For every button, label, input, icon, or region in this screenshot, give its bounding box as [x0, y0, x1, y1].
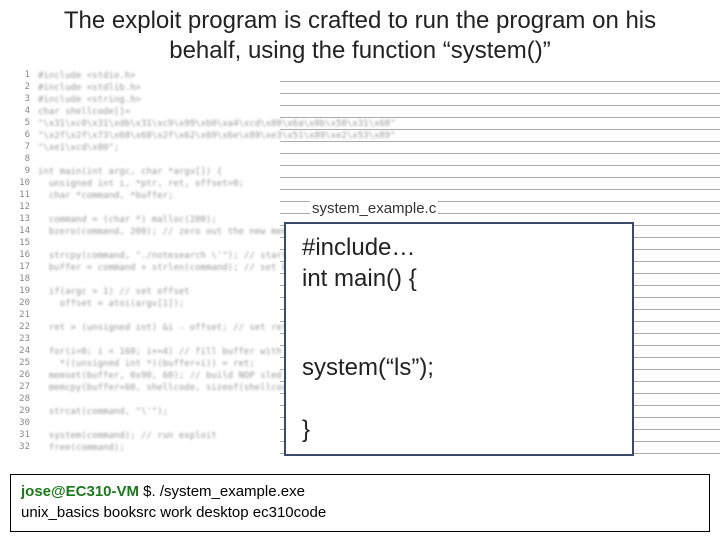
terminal-user: jose@EC310-VM: [21, 483, 139, 500]
line-number: 4: [0, 106, 34, 118]
line-number: 10: [0, 178, 34, 190]
terminal-box: jose@EC310-VM $. /system_example.exe uni…: [10, 474, 710, 532]
line-number: 7: [0, 142, 34, 154]
slide: The exploit program is crafted to run th…: [0, 0, 720, 540]
line-number: 31: [0, 430, 34, 442]
code-blank-2: [302, 384, 616, 414]
terminal-output: unix_basics booksrc work desktop ec310co…: [21, 502, 699, 523]
slide-title: The exploit program is crafted to run th…: [40, 6, 680, 66]
code-line-4: }: [302, 416, 616, 445]
line-number: 22: [0, 322, 34, 334]
line-number: 6: [0, 130, 34, 142]
line-number: 27: [0, 382, 34, 394]
stripe-row: [280, 130, 720, 142]
code-gutter: 1234567891011121314151617181920212223242…: [0, 70, 34, 470]
stripe-row: [280, 142, 720, 154]
code-line-2: int main() {: [302, 265, 616, 294]
line-number: 14: [0, 226, 34, 238]
stripe-row: [280, 70, 720, 82]
line-number: 29: [0, 406, 34, 418]
line-number: 8: [0, 154, 34, 166]
line-number: 30: [0, 418, 34, 430]
line-number: 28: [0, 394, 34, 406]
line-number: 26: [0, 370, 34, 382]
line-number: 13: [0, 214, 34, 226]
stripe-row: [280, 166, 720, 178]
stripe-row: [280, 82, 720, 94]
line-number: 15: [0, 238, 34, 250]
code-snippet-box: #include… int main() { system(“ls”); }: [284, 222, 634, 456]
stripe-row: [280, 94, 720, 106]
filename-label: system_example.c: [310, 200, 438, 217]
line-number: 11: [0, 190, 34, 202]
line-number: 21: [0, 310, 34, 322]
stripe-row: [280, 154, 720, 166]
line-number: 5: [0, 118, 34, 130]
line-number: 17: [0, 262, 34, 274]
terminal-cmd: $. /system_example.exe: [139, 483, 305, 500]
line-number: 25: [0, 358, 34, 370]
terminal-line-1: jose@EC310-VM $. /system_example.exe: [21, 481, 699, 502]
stripe-row: [280, 118, 720, 130]
line-number: 24: [0, 346, 34, 358]
line-number: 32: [0, 442, 34, 454]
line-number: 20: [0, 298, 34, 310]
line-number: 3: [0, 94, 34, 106]
line-number: 19: [0, 286, 34, 298]
line-number: 23: [0, 334, 34, 346]
line-number: 1: [0, 70, 34, 82]
line-number: 18: [0, 274, 34, 286]
stripe-row: [280, 106, 720, 118]
stripe-row: [280, 178, 720, 190]
line-number: 16: [0, 250, 34, 262]
line-number: 9: [0, 166, 34, 178]
code-line-3: system(“ls”);: [302, 354, 616, 383]
line-number: 2: [0, 82, 34, 94]
code-blank: [302, 296, 616, 352]
line-number: 12: [0, 202, 34, 214]
code-line-1: #include…: [302, 234, 616, 263]
